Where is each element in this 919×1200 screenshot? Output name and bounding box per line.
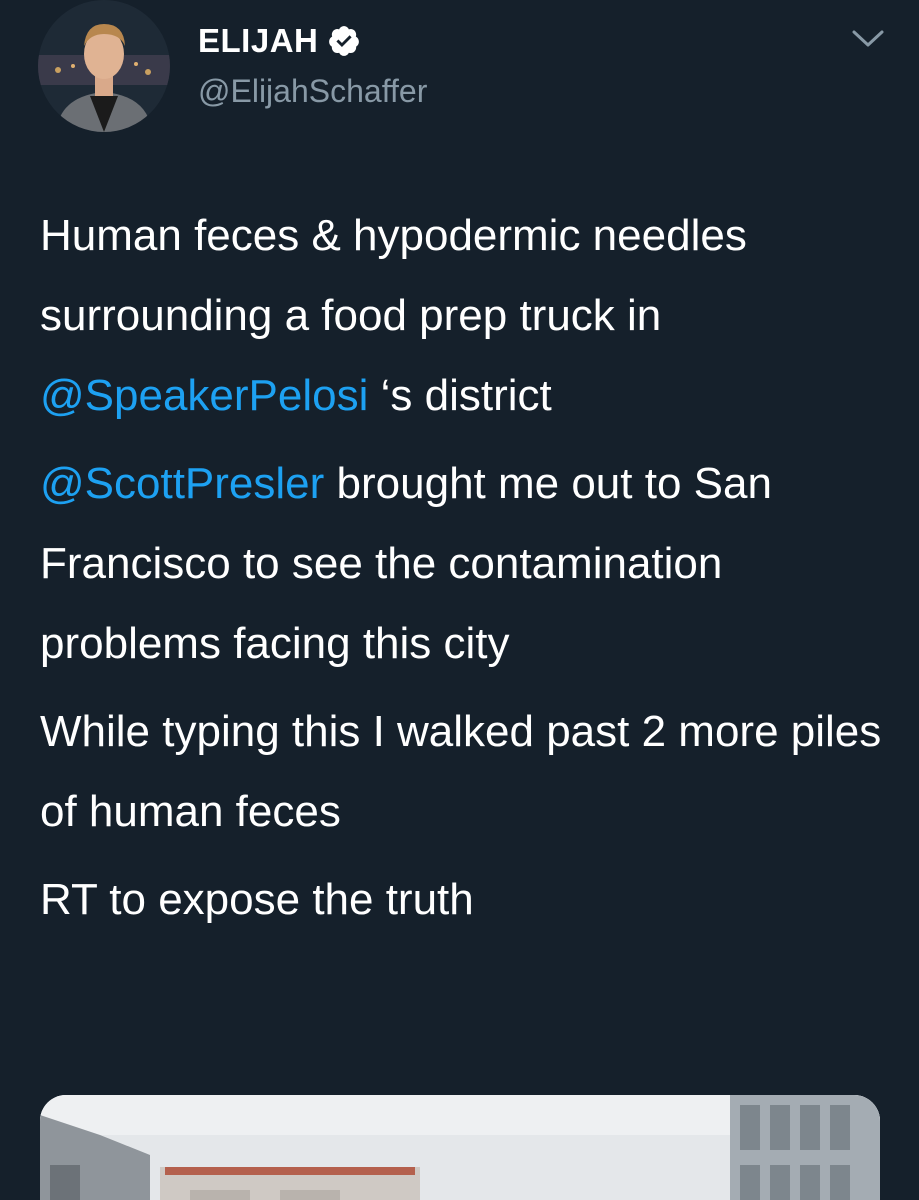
profile-photo-icon — [38, 0, 170, 132]
tweet-paragraph-1: Human feces & hypodermic needles surroun… — [40, 196, 900, 436]
author-name-row[interactable]: ELIJAH — [198, 22, 361, 60]
avatar[interactable] — [38, 0, 170, 132]
chevron-down-icon[interactable] — [850, 26, 886, 50]
tweet-text: Human feces & hypodermic needles surroun… — [40, 196, 900, 948]
mention-link[interactable]: @ScottPresler — [40, 459, 324, 508]
media-photo-icon — [40, 1095, 880, 1200]
tweet-text-segment: ‘s district — [368, 371, 552, 420]
author-handle[interactable]: @ElijahSchaffer — [198, 73, 427, 110]
tweet-paragraph-3: While typing this I walked past 2 more p… — [40, 707, 882, 836]
tweet-paragraph-2: @ScottPresler brought me out to San Fran… — [40, 444, 900, 684]
verified-badge-icon — [329, 26, 360, 56]
mention-link[interactable]: @SpeakerPelosi — [40, 371, 368, 420]
tweet-text-segment: Human feces & hypodermic needles surroun… — [40, 211, 747, 340]
tweet-paragraph-4: RT to expose the truth — [40, 875, 474, 924]
display-name[interactable]: ELIJAH — [198, 22, 318, 60]
tweet-media[interactable] — [40, 1095, 880, 1200]
tweet: ELIJAH @ElijahSchaffer Human feces & hyp… — [0, 0, 919, 1200]
